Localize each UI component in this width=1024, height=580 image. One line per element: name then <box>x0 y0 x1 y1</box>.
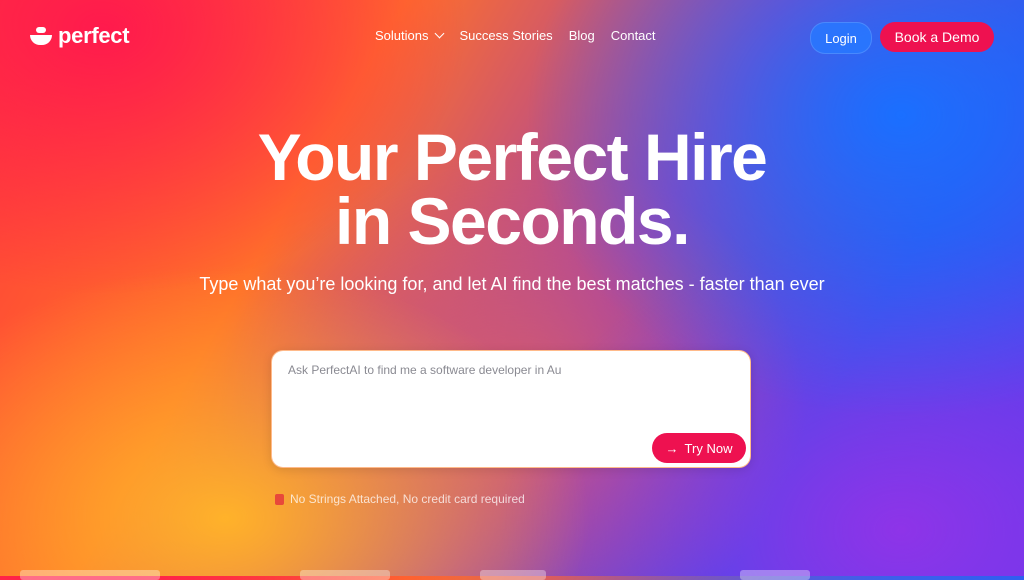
brand-logo[interactable]: perfect <box>30 23 130 49</box>
hero-title-line-2: in Seconds. <box>335 184 690 258</box>
ai-prompt-box: Ask PerfectAI to find me a software deve… <box>271 350 751 468</box>
try-now-label: Try Now <box>684 440 733 456</box>
ai-prompt-input[interactable]: Ask PerfectAI to find me a software deve… <box>288 363 728 377</box>
no-strings-note: No Strings Attached, No credit card requ… <box>275 492 525 506</box>
nav-item-label: Contact <box>610 28 656 43</box>
top-nav: perfect Solutions Success Stories Blog C… <box>0 0 1024 72</box>
client-logo <box>740 570 810 580</box>
login-button[interactable]: Login <box>810 22 872 54</box>
brand-name: perfect <box>58 23 130 48</box>
book-demo-button[interactable]: Book a Demo <box>880 22 994 52</box>
nav-item-success-stories[interactable]: Success Stories <box>459 28 552 43</box>
try-now-button[interactable]: → Try Now <box>652 433 746 463</box>
no-strings-text: No Strings Attached, No credit card requ… <box>290 492 525 506</box>
chevron-down-icon <box>435 28 445 39</box>
arrow-right-icon: → <box>665 440 679 456</box>
client-logo <box>480 570 546 580</box>
hero-title: Your Perfect Hire in Seconds. <box>0 124 1024 254</box>
hero-subtitle: Type what you’re looking for, and let AI… <box>199 274 825 294</box>
nav-item-solutions[interactable]: Solutions <box>375 28 445 43</box>
client-logos-strip <box>0 566 1024 580</box>
flag-icon <box>275 493 284 505</box>
nav-item-label: Success Stories <box>459 28 553 43</box>
client-logo <box>300 570 390 580</box>
logo-icon <box>30 27 52 45</box>
nav-item-label: Blog <box>568 28 595 43</box>
hero-title-line-1: Your Perfect Hire <box>257 120 768 194</box>
nav-item-label: Solutions <box>375 28 429 43</box>
client-logo <box>20 570 160 580</box>
nav-item-contact[interactable]: Contact <box>611 28 656 43</box>
nav-item-blog[interactable]: Blog <box>569 28 595 43</box>
main-menu: Solutions Success Stories Blog Contact <box>375 28 656 43</box>
